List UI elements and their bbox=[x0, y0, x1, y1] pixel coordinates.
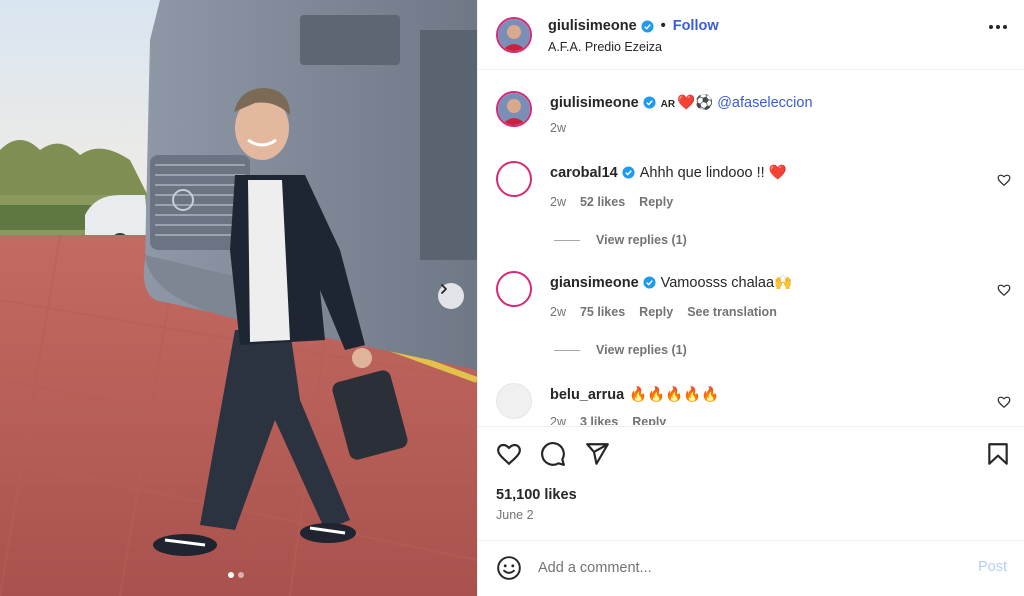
comment-text: giansimeone Vamoosss chalaa🙌 bbox=[550, 274, 792, 292]
share-icon[interactable] bbox=[584, 441, 610, 467]
caption-username[interactable]: giulisimeone bbox=[550, 95, 639, 111]
comment-avatar[interactable] bbox=[496, 271, 532, 307]
replies-divider bbox=[554, 239, 580, 241]
separator-dot: • bbox=[660, 18, 666, 34]
post-side-panel: giulisimeone • Follow A.F.A. Predio Ezei… bbox=[477, 0, 1024, 596]
comment-body: Vamoosss chalaa🙌 bbox=[660, 275, 793, 291]
caption-text: giulisimeone AR ❤️⚽ @afaseleccion bbox=[550, 94, 813, 114]
avatar-image bbox=[498, 19, 530, 51]
comment-time: 2w bbox=[550, 305, 566, 319]
verified-badge-icon bbox=[643, 276, 656, 289]
carousel-next-button[interactable] bbox=[438, 283, 464, 309]
comment-username[interactable]: giansimeone bbox=[550, 275, 639, 291]
follow-button[interactable]: Follow bbox=[673, 18, 719, 34]
caption-avatar[interactable] bbox=[496, 91, 532, 127]
carousel-indicator bbox=[228, 572, 244, 578]
post-location[interactable]: A.F.A. Predio Ezeiza bbox=[548, 40, 662, 54]
heart-icon[interactable] bbox=[997, 283, 1011, 297]
flag-label: AR bbox=[660, 99, 676, 110]
comment-body: Ahhh que lindooo !! ❤️ bbox=[639, 165, 787, 181]
comment-icon[interactable] bbox=[540, 441, 566, 467]
comment-meta: 2w 75 likes Reply See translation bbox=[550, 305, 777, 319]
comment-avatar[interactable] bbox=[496, 383, 532, 419]
comment-username[interactable]: carobal14 bbox=[550, 165, 618, 181]
bookmark-icon[interactable] bbox=[985, 441, 1011, 467]
carousel-dot-active bbox=[228, 572, 234, 578]
caption-meta: 2w bbox=[550, 121, 566, 135]
comment-input[interactable] bbox=[538, 557, 938, 579]
verified-badge-icon bbox=[622, 166, 635, 179]
comment-likes[interactable]: 52 likes bbox=[580, 195, 625, 209]
comment-composer: Post bbox=[478, 540, 1024, 596]
author-avatar[interactable] bbox=[496, 17, 532, 53]
post-header: giulisimeone • Follow A.F.A. Predio Ezei… bbox=[478, 0, 1024, 70]
author-username[interactable]: giulisimeone bbox=[548, 18, 637, 34]
comment-body: 🔥🔥🔥🔥🔥 bbox=[629, 387, 720, 403]
heart-icon[interactable] bbox=[997, 395, 1011, 409]
chevron-right-icon bbox=[441, 284, 447, 294]
heart-icon[interactable] bbox=[496, 441, 522, 467]
comment-likes[interactable]: 3 likes bbox=[580, 415, 618, 425]
heart-icon[interactable] bbox=[997, 173, 1011, 187]
author-line: giulisimeone • Follow bbox=[548, 18, 719, 34]
reply-button[interactable]: Reply bbox=[632, 415, 666, 425]
avatar-image bbox=[498, 93, 530, 125]
post-comment-button[interactable]: Post bbox=[978, 559, 1007, 575]
comment-time: 2w bbox=[550, 415, 566, 425]
view-replies-button[interactable]: View replies (1) bbox=[554, 233, 687, 247]
verified-badge-icon bbox=[643, 96, 656, 109]
see-translation-button[interactable]: See translation bbox=[687, 305, 777, 319]
emoji-icon[interactable] bbox=[496, 555, 522, 581]
post-photo[interactable] bbox=[0, 0, 477, 596]
caption-time: 2w bbox=[550, 121, 566, 135]
photo-illustration bbox=[0, 0, 477, 596]
comment-meta: 2w 52 likes Reply bbox=[550, 195, 673, 209]
comment-time: 2w bbox=[550, 195, 566, 209]
comment-text: carobal14 Ahhh que lindooo !! ❤️ bbox=[550, 164, 787, 182]
comment-avatar[interactable] bbox=[496, 161, 532, 197]
view-replies-label: View replies (1) bbox=[596, 233, 687, 247]
comment-username[interactable]: belu_arrua bbox=[550, 387, 624, 403]
replies-divider bbox=[554, 349, 580, 351]
view-replies-button[interactable]: View replies (1) bbox=[554, 343, 687, 357]
post-actions bbox=[478, 426, 1024, 480]
caption-emojis: ❤️⚽ bbox=[677, 95, 714, 111]
reply-button[interactable]: Reply bbox=[639, 305, 673, 319]
view-replies-label: View replies (1) bbox=[596, 343, 687, 357]
comments-list[interactable]: giulisimeone AR ❤️⚽ @afaseleccion 2w caroba… bbox=[478, 71, 1024, 425]
comment-likes[interactable]: 75 likes bbox=[580, 305, 625, 319]
post-date[interactable]: June 2 bbox=[496, 508, 534, 522]
likes-count[interactable]: 51,100 likes bbox=[496, 487, 577, 503]
comment-meta: 2w 3 likes Reply bbox=[550, 415, 666, 425]
more-options-icon[interactable] bbox=[989, 25, 1007, 29]
reply-button[interactable]: Reply bbox=[639, 195, 673, 209]
carousel-dot bbox=[238, 572, 244, 578]
mention-link[interactable]: @afaseleccion bbox=[717, 95, 812, 111]
verified-badge-icon bbox=[641, 19, 654, 33]
comment-text: belu_arrua 🔥🔥🔥🔥🔥 bbox=[550, 386, 719, 404]
